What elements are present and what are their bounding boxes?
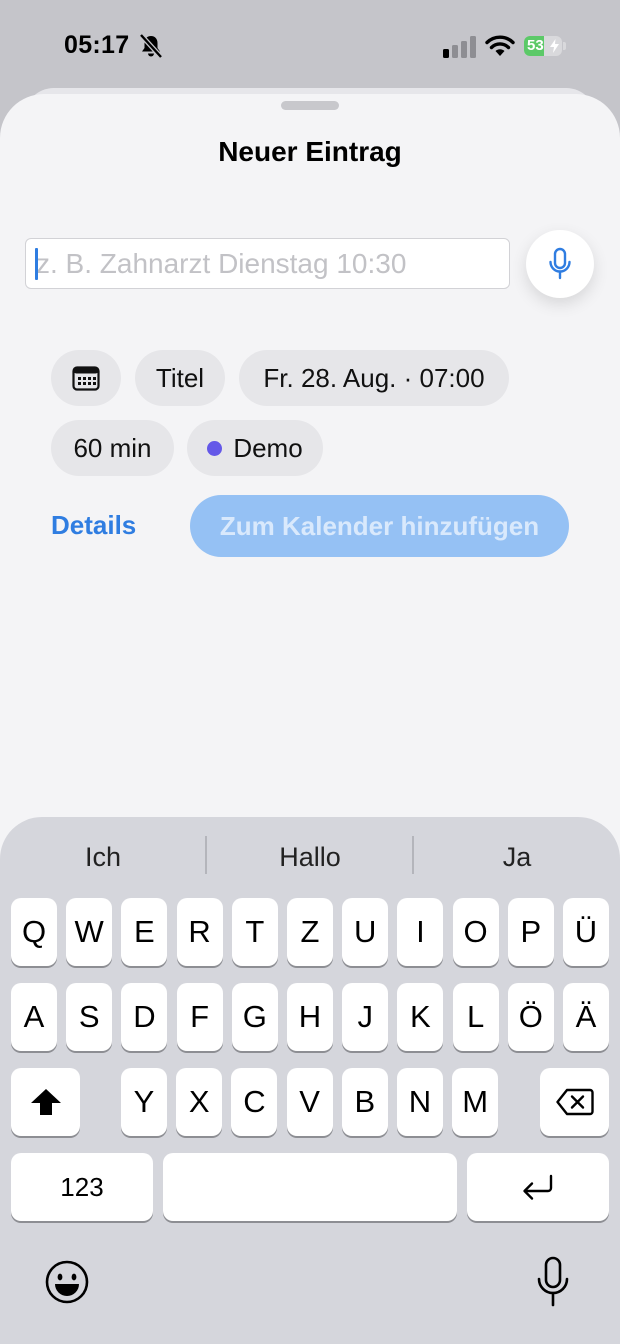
shift-icon [30,1089,61,1115]
key-o[interactable]: O [452,898,499,966]
status-time: 05:17 [64,31,130,59]
key-b[interactable]: B [341,1068,388,1136]
key-q[interactable]: Q [11,898,57,966]
calendar-icon [72,366,100,391]
key-s[interactable]: S [66,983,113,1051]
datetime-chip[interactable]: Fr. 28. Aug. · 07:00 [239,350,509,406]
sheet-title: Neuer Eintrag [218,136,402,167]
details-link[interactable]: Details [51,510,136,541]
duration-chip[interactable]: 60 min [51,420,174,476]
calendar-picker-chip[interactable] [51,350,121,406]
key-w[interactable]: W [66,898,113,966]
key-ü[interactable]: Ü [563,898,609,966]
key-g[interactable]: G [231,983,278,1051]
key-z[interactable]: Z [287,898,333,966]
key-x[interactable]: X [176,1068,223,1136]
backspace-icon [555,1088,594,1116]
voice-input-button[interactable] [526,230,594,298]
add-to-calendar-button[interactable]: Zum Kalender hinzufügen [190,495,569,557]
numbers-key[interactable]: 123 [11,1153,153,1221]
sheet-grabber[interactable] [281,101,339,110]
key-f[interactable]: F [176,983,223,1051]
suggestion-1[interactable]: Ich [0,837,206,877]
title-chip[interactable]: Titel [135,350,225,406]
entry-text-input[interactable] [25,238,510,289]
battery-cap [563,42,566,50]
battery-label: 53 [527,37,544,54]
key-n[interactable]: N [397,1068,443,1136]
duration-chip-label: 60 min [73,432,152,463]
key-ä[interactable]: Ä [563,983,609,1051]
status-bar: 05:17 53 [0,0,620,92]
key-i[interactable]: I [397,898,444,966]
key-c[interactable]: C [231,1068,278,1136]
key-r[interactable]: R [176,898,223,966]
title-chip-label: Titel [155,362,205,393]
bell-slash-icon [139,33,163,59]
key-m[interactable]: M [452,1068,499,1136]
key-j[interactable]: J [342,983,389,1051]
key-a[interactable]: A [11,983,57,1051]
datetime-chip-label: Fr. 28. Aug. · 07:00 [263,362,485,393]
microphone-icon [549,247,571,280]
suggestion-3[interactable]: Ja [414,837,620,877]
key-d[interactable]: D [121,983,168,1051]
text-caret [35,248,38,280]
key-y[interactable]: Y [121,1068,167,1136]
key-t[interactable]: T [231,898,278,966]
key-ö[interactable]: Ö [507,983,554,1051]
space-key[interactable] [163,1153,457,1221]
return-icon [523,1174,553,1200]
keyboard: Ich Hallo Ja QWERTZUIOPÜ ASDFGHJKLÖÄ YXCVB… [0,817,620,1344]
numbers-key-label: 123 [60,1171,104,1202]
wifi-icon [485,35,515,56]
key-h[interactable]: H [287,983,333,1051]
calendar-name-label: Demo [233,432,303,463]
suggestion-2[interactable]: Hallo [207,837,413,877]
key-p[interactable]: P [507,898,554,966]
calendar-name-chip[interactable]: Demo [187,420,323,476]
key-v[interactable]: V [286,1068,333,1136]
return-key[interactable] [467,1153,609,1221]
shift-key[interactable] [11,1068,80,1136]
backspace-key[interactable] [540,1068,609,1136]
emoji-icon[interactable] [44,1259,90,1305]
key-u[interactable]: U [342,898,389,966]
cellular-signal-icon [443,36,476,58]
battery-charging-icon: 53 [524,36,562,56]
key-l[interactable]: L [452,983,499,1051]
bolt-icon [550,39,559,53]
calendar-color-dot [207,440,223,456]
key-e[interactable]: E [121,898,168,966]
key-k[interactable]: K [397,983,444,1051]
dictation-mic-icon[interactable] [535,1255,571,1309]
